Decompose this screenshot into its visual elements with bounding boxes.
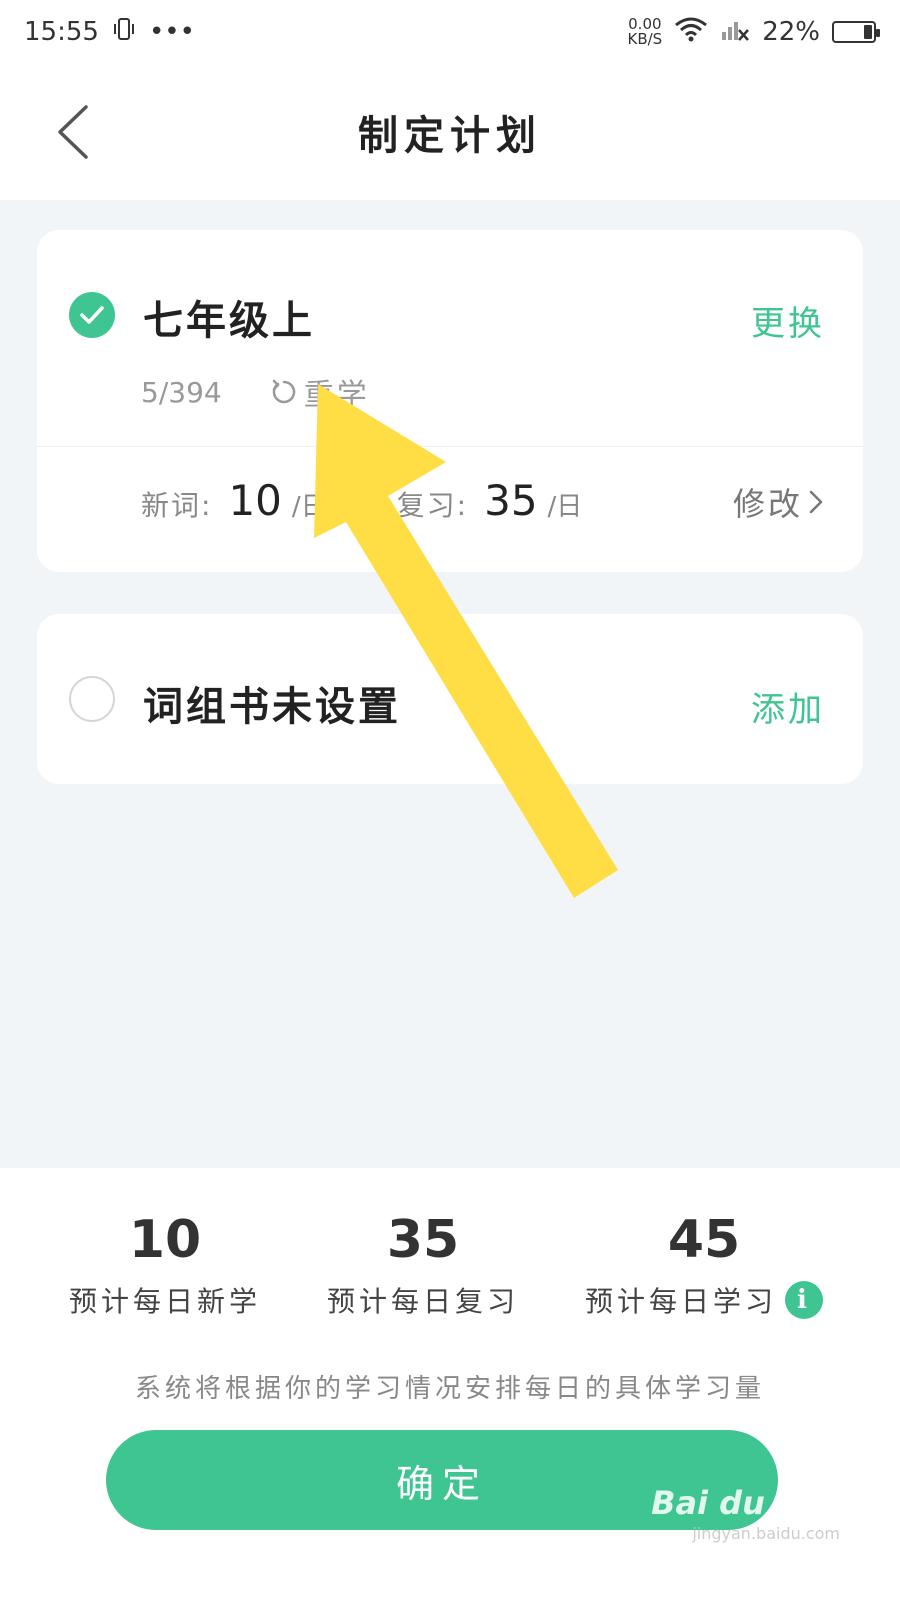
daily-plan-row: 新词: 10 /日 复习: 35 /日 修改 <box>141 476 823 536</box>
wordbook-name: 七年级上 <box>143 298 315 344</box>
refresh-icon <box>272 379 295 404</box>
phrasebook-card: 词组书未设置 添加 <box>37 614 863 784</box>
daily-review-label: 预计每日复习 <box>318 1280 528 1320</box>
modify-button[interactable]: 修改 <box>733 479 823 525</box>
net-speed: 0.00 KB/S <box>628 17 663 47</box>
battery-icon <box>832 21 880 43</box>
status-time: 15:55 <box>24 17 99 47</box>
daily-total-value: 45 <box>667 1210 741 1270</box>
chevron-right-icon <box>809 490 823 514</box>
vibrate-icon <box>111 16 137 49</box>
new-words-label: 新词: <box>141 489 213 522</box>
stat-daily-review: 35 预计每日复习 <box>318 1210 528 1320</box>
wordbook-card: 七年级上 更换 5/394 重学 新词: 10 /日 复习: 35 /日 修改 <box>37 230 863 572</box>
header: 制定计划 <box>0 64 900 200</box>
phrasebook-name: 词组书未设置 <box>143 684 401 730</box>
daily-review-value: 35 <box>386 1210 460 1270</box>
battery-percent: 22% <box>762 17 820 47</box>
watermark-sub: jingyan.baidu.com <box>692 1524 840 1543</box>
chevron-left-icon <box>58 105 88 159</box>
daily-new-value: 10 <box>128 1210 202 1270</box>
relearn-label: 重学 <box>303 378 370 413</box>
selected-check-icon[interactable] <box>69 292 115 338</box>
watermark-main: Bai du 经验 <box>651 1484 840 1522</box>
status-more: ••• <box>148 17 195 47</box>
progress-row: 5/394 重学 <box>141 370 370 414</box>
add-phrasebook-button[interactable]: 添加 <box>751 682 825 731</box>
screen: 15:55 ••• 0.00 KB/S 22% 制定计划 七年级上 更换 5/3… <box>0 0 900 1600</box>
wifi-icon <box>674 16 708 49</box>
status-bar: 15:55 ••• 0.00 KB/S 22% <box>0 0 900 64</box>
unselected-circle-icon[interactable] <box>69 676 115 722</box>
plan-hint: 系统将根据你的学习情况安排每日的具体学习量 <box>134 1374 765 1404</box>
daily-review-label-text: 预计每日复习 <box>326 1285 519 1318</box>
baidu-watermark: Bai du 经验 jingyan.baidu.com <box>651 1478 840 1543</box>
progress-count: 5/394 <box>141 375 222 409</box>
info-icon[interactable]: i <box>785 1281 823 1319</box>
stat-daily-new: 10 预计每日新学 <box>60 1210 270 1320</box>
daily-new-label: 预计每日新学 <box>60 1280 270 1320</box>
status-bar-left: 15:55 ••• <box>24 16 195 49</box>
card-divider <box>37 446 863 447</box>
review-label: 复习: <box>396 489 469 522</box>
back-button[interactable] <box>48 102 98 162</box>
daily-new-label-text: 预计每日新学 <box>68 1285 261 1318</box>
status-bar-right: 0.00 KB/S 22% <box>628 16 880 49</box>
change-book-button[interactable]: 更换 <box>751 296 825 345</box>
new-words-value: 10 <box>228 476 282 525</box>
daily-total-label: 预计每日学习 i <box>574 1280 834 1320</box>
daily-total-label-text: 预计每日学习 <box>584 1285 777 1318</box>
page-title: 制定计划 <box>358 113 542 159</box>
net-speed-unit: KB/S <box>627 30 663 48</box>
modify-label: 修改 <box>732 485 803 523</box>
review-unit: /日 <box>547 492 583 522</box>
battery-fill <box>864 25 872 39</box>
stat-daily-total: 45 预计每日学习 i <box>574 1210 834 1320</box>
new-words-unit: /日 <box>291 492 327 522</box>
relearn-button[interactable]: 重学 <box>270 370 370 414</box>
review-value: 35 <box>484 476 538 525</box>
signal-icon <box>720 16 750 49</box>
